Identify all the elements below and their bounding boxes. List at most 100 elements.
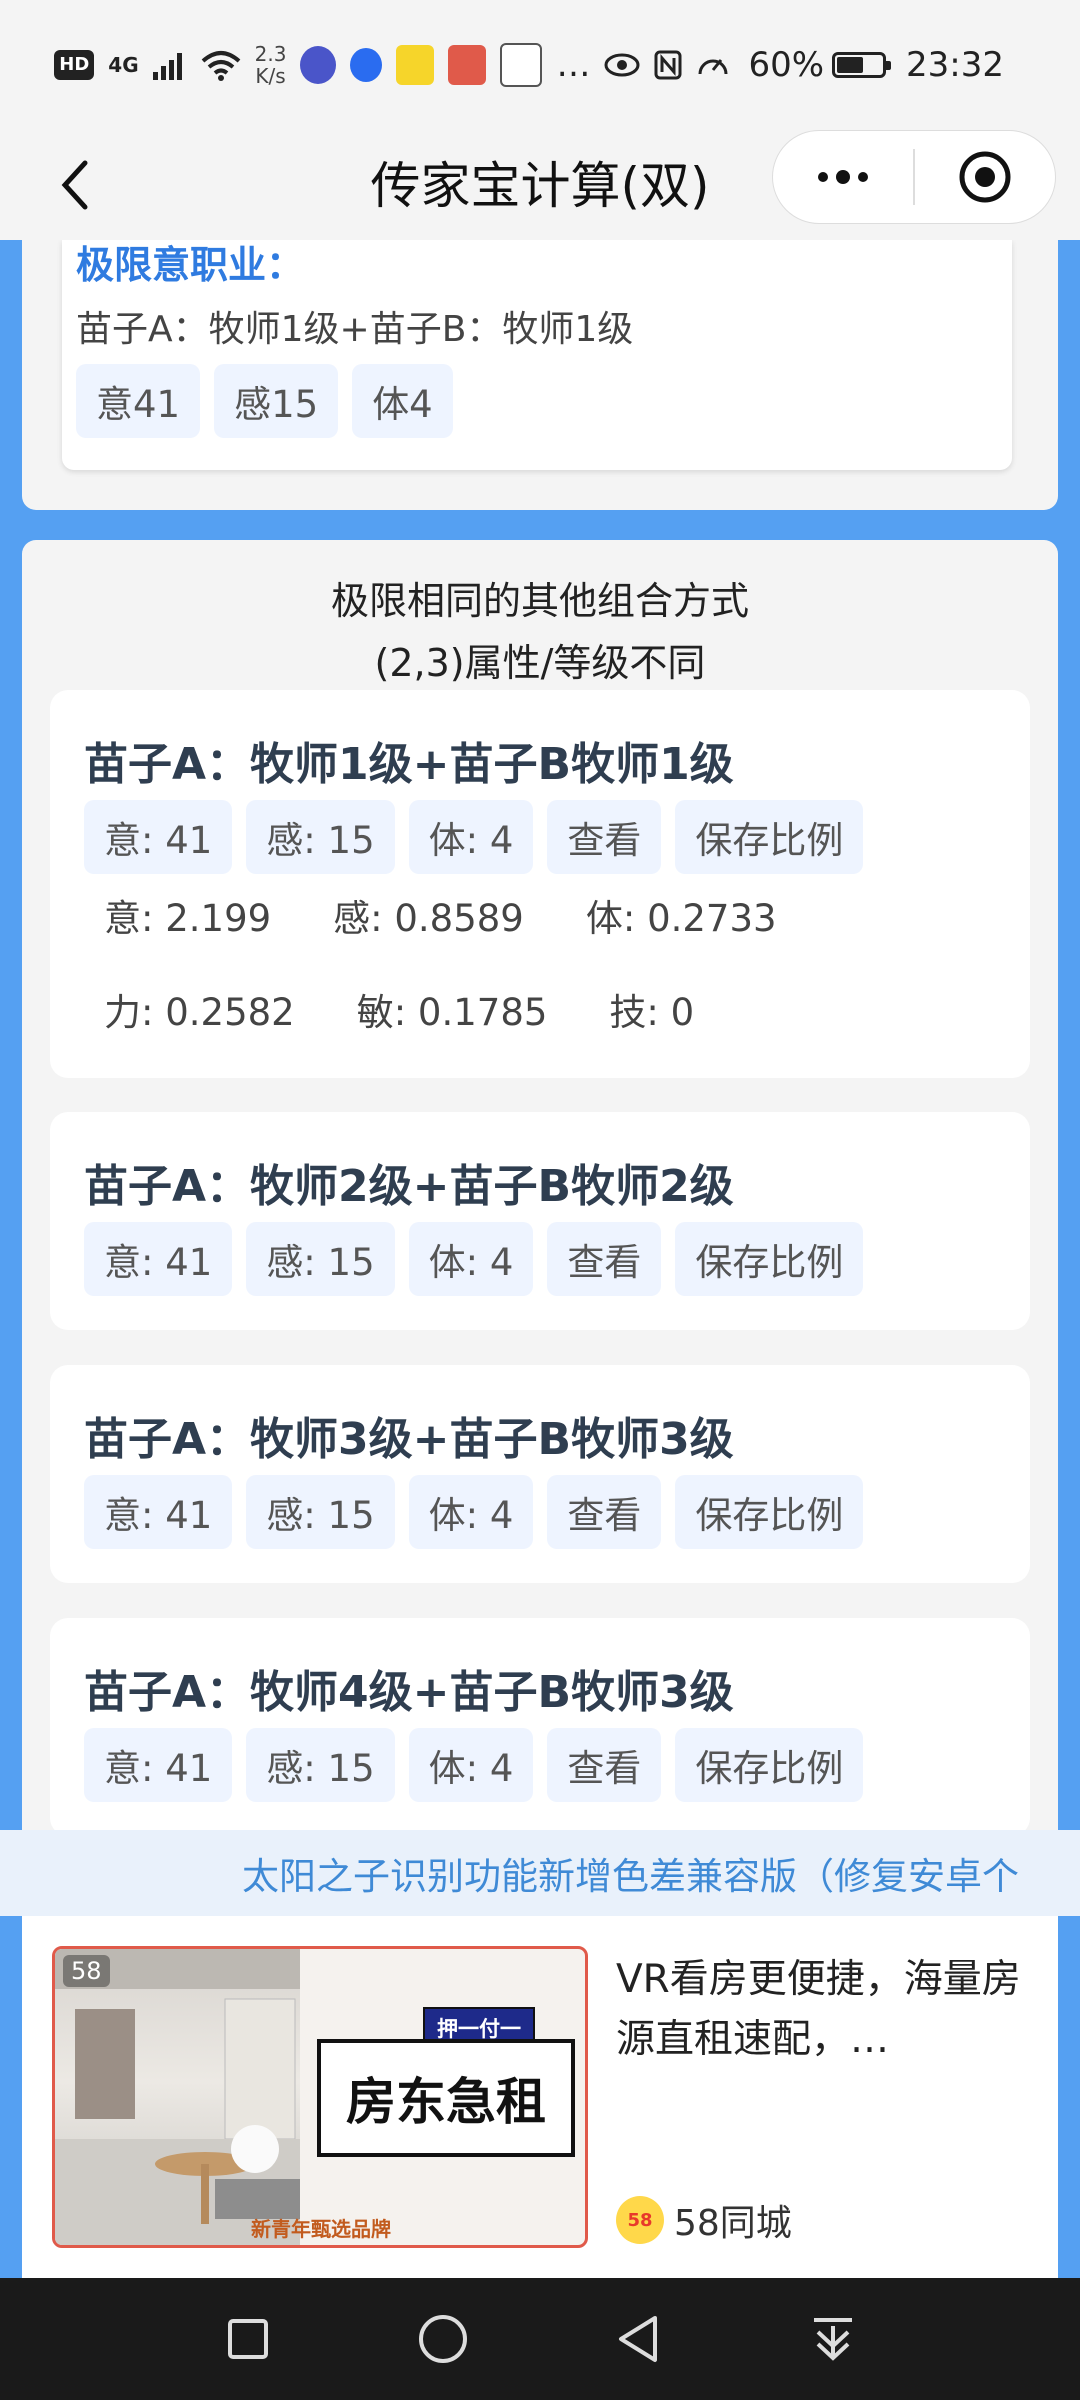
wifi-icon [201, 51, 240, 81]
living-room-illustration [55, 1949, 300, 2245]
attr-tag: 意: 41 [84, 1222, 233, 1296]
ratio-value: 感: 0.8589 [333, 897, 524, 940]
ad-room-photo [55, 1949, 300, 2245]
combo-tag-row: 意: 41 感: 15 体: 4 查看 保存比例 [84, 1222, 864, 1296]
app-notification-icon-3 [396, 45, 435, 85]
circle-icon [418, 2315, 467, 2363]
attr-tag: 体: 4 [408, 1728, 534, 1802]
speed-unit: K/s [255, 64, 286, 88]
top-result-panel: 极限意职业： 苗子A：牧师1级+苗子B：牧师1级 意41 感15 体4 [22, 240, 1058, 510]
network-speed: 2.3 K/s [255, 43, 287, 87]
top-combo-text: 苗子A：牧师1级+苗子B：牧师1级 [76, 309, 634, 350]
attr-tag: 体: 4 [408, 1475, 534, 1549]
hd-icon: HD [54, 50, 95, 80]
ad-image[interactable]: 58 押一付一 房东急租 新青年甄选品牌 [52, 1946, 588, 2248]
app-notification-icon [300, 46, 337, 84]
attr-tag: 感: 15 [246, 1728, 395, 1802]
status-bar: HD 4G 2.3 K/s … 60% 23:32 [0, 0, 1080, 130]
save-ratio-button[interactable]: 保存比例 [675, 800, 864, 874]
ratio-row: 意: 2.199 感: 0.8589 体: 0.2733 [104, 888, 839, 942]
view-button[interactable]: 查看 [547, 1728, 662, 1802]
view-button[interactable]: 查看 [547, 1475, 662, 1549]
clock: 23:32 [906, 45, 1004, 85]
attr-tag: 感: 15 [246, 1475, 395, 1549]
app-notification-icon-2 [350, 48, 383, 82]
battery-icon [832, 52, 892, 78]
top-result-card: 极限意职业： 苗子A：牧师1级+苗子B：牧师1级 意41 感15 体4 [62, 240, 1012, 470]
attr-tag: 体: 4 [408, 1222, 534, 1296]
combo-card-title: 苗子A：牧师2级+苗子B牧师2级 [84, 1161, 734, 1212]
ratio-row: 力: 0.2582 敏: 0.1785 技: 0 [104, 982, 756, 1036]
app-notification-icon-5 [500, 43, 543, 87]
combo-card: 苗子A：牧师4级+苗子B牧师3级 意: 41 感: 15 体: 4 查看 保存比… [50, 1618, 1030, 1836]
ad-headline: 房东急租 [317, 2039, 575, 2157]
speed-value: 2.3 [254, 42, 287, 66]
combo-tag-row: 意: 41 感: 15 体: 4 查看 保存比例 [84, 1475, 864, 1549]
other-combos-title-line2: (2,3)属性/等级不同 [374, 641, 706, 685]
ad-logo: 58 [63, 1955, 110, 1987]
notification-pulldown-button[interactable] [798, 2304, 868, 2374]
ad-banner[interactable]: 58 押一付一 房东急租 新青年甄选品牌 VR看房更便捷，海量房源直租速配，… … [22, 1916, 1058, 2278]
recent-apps-button[interactable] [213, 2304, 283, 2374]
square-icon [227, 2319, 268, 2359]
system-nav-bar [0, 2278, 1080, 2400]
nfc-icon [654, 50, 682, 80]
view-button[interactable]: 查看 [547, 800, 662, 874]
combo-tag-row: 意: 41 感: 15 体: 4 查看 保存比例 [84, 1728, 864, 1802]
attr-tag: 意: 41 [84, 800, 233, 874]
save-ratio-button[interactable]: 保存比例 [675, 1222, 864, 1296]
ad-source[interactable]: 58 58同城 [616, 2194, 792, 2246]
battery-percent: 60% [748, 45, 825, 85]
more-notifications: … [556, 45, 591, 85]
ratio-value: 力: 0.2582 [104, 991, 295, 1034]
attr-tag: 意41 [76, 364, 201, 438]
ad-source-name: 58同城 [674, 2203, 792, 2244]
app-notification-icon-4 [448, 45, 487, 85]
mini-program-capsule [772, 130, 1056, 224]
save-ratio-button[interactable]: 保存比例 [675, 1728, 864, 1802]
triangle-back-icon [618, 2316, 657, 2362]
ratio-value: 敏: 0.1785 [356, 991, 548, 1034]
system-back-button[interactable] [603, 2304, 673, 2374]
more-button[interactable] [773, 131, 913, 223]
extreme-profession-heading: 极限意职业： [76, 243, 305, 287]
combo-card: 苗子A：牧师2级+苗子B牧师2级 意: 41 感: 15 体: 4 查看 保存比… [50, 1112, 1030, 1330]
status-icons: HD 4G 2.3 K/s … [54, 43, 730, 87]
combo-card: 苗子A：牧师1级+苗子B牧师1级 意: 41 感: 15 体: 4 查看 保存比… [50, 690, 1030, 1078]
attr-tag: 意: 41 [84, 1728, 233, 1802]
home-button[interactable] [408, 2304, 478, 2374]
combo-card: 苗子A：牧师3级+苗子B牧师3级 意: 41 感: 15 体: 4 查看 保存比… [50, 1365, 1030, 1583]
ratio-value: 技: 0 [609, 991, 695, 1034]
ad-description[interactable]: VR看房更便捷，海量房源直租速配，… [616, 1950, 1036, 2070]
more-dots-icon [818, 170, 868, 184]
network-label: 4G [108, 53, 139, 77]
other-combos-title-line1: 极限相同的其他组合方式 [330, 579, 749, 623]
speedometer-icon [698, 59, 728, 75]
attr-tag: 感15 [214, 364, 339, 438]
attr-tag: 意: 41 [84, 1475, 233, 1549]
attr-tag: 感: 15 [246, 800, 395, 874]
save-ratio-button[interactable]: 保存比例 [675, 1475, 864, 1549]
eye-icon [604, 53, 640, 77]
ratio-value: 意: 2.199 [104, 897, 272, 940]
close-mini-program-button[interactable] [915, 131, 1055, 223]
ratio-value: 体: 0.2733 [585, 897, 777, 940]
nav-bar: 传家宝计算(双) [0, 130, 1080, 240]
combo-card-title: 苗子A：牧师4级+苗子B牧师3级 [84, 1667, 734, 1718]
view-button[interactable]: 查看 [547, 1222, 662, 1296]
attr-tag: 体4 [352, 364, 453, 438]
target-circle-icon [959, 151, 1011, 203]
top-tag-row: 意41 感15 体4 [76, 364, 453, 438]
combo-card-title: 苗子A：牧师3级+苗子B牧师3级 [84, 1414, 734, 1465]
notice-marquee[interactable]: 太阳之子识别功能新增色差兼容版（修复安卓个 [0, 1830, 1080, 1916]
pulldown-icon [813, 2318, 852, 2361]
ad-source-logo: 58 [616, 2196, 664, 2244]
ad-brand-strip: 新青年甄选品牌 [251, 2217, 391, 2241]
notice-text: 太阳之子识别功能新增色差兼容版（修复安卓个 [242, 1855, 1019, 1898]
combo-tag-row: 意: 41 感: 15 体: 4 查看 保存比例 [84, 800, 864, 874]
signal-icon [152, 53, 182, 80]
other-combos-title: 极限相同的其他组合方式 (2,3)属性/等级不同 [22, 570, 1058, 694]
battery-fill [837, 57, 864, 73]
combo-card-title: 苗子A：牧师1级+苗子B牧师1级 [84, 739, 734, 790]
battery-indicator: 60% [748, 45, 892, 85]
